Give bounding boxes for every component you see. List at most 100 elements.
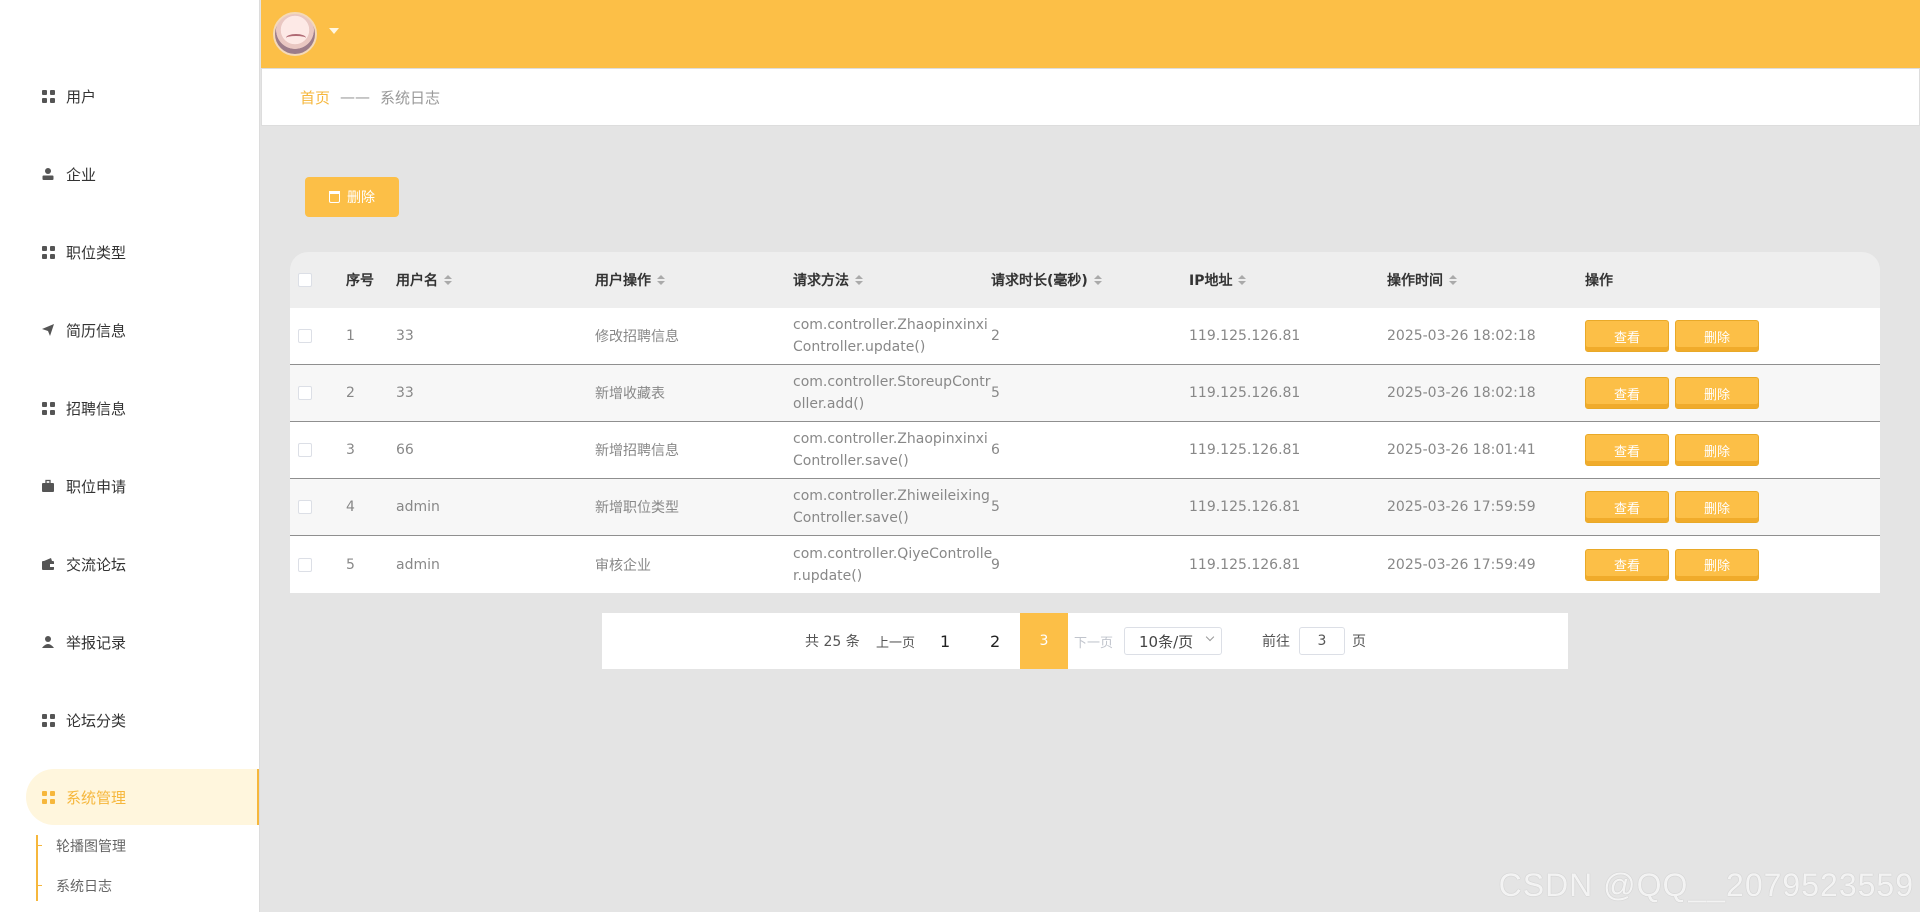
cell-actions: 查看 删除 xyxy=(1585,422,1765,478)
pagination-goto-suffix: 页 xyxy=(1352,634,1366,650)
cell-ip: 119.125.126.81 xyxy=(1189,442,1301,458)
view-button[interactable]: 查看 xyxy=(1585,320,1669,352)
sidebar-item-recruit[interactable]: 招聘信息 xyxy=(0,380,259,436)
sidebar-item-label: 论坛分类 xyxy=(66,711,127,730)
sort-icon[interactable] xyxy=(1093,275,1102,285)
column-header-duration[interactable]: 请求时长(毫秒) xyxy=(991,252,1102,308)
pagination-page-1[interactable]: 1 xyxy=(940,613,950,669)
cell-operation: 新增收藏表 xyxy=(595,386,665,402)
cell-ip: 119.125.126.81 xyxy=(1189,499,1301,515)
row-checkbox[interactable] xyxy=(298,329,312,343)
column-header-operation[interactable]: 用户操作 xyxy=(595,252,665,308)
submenu-item-system-log[interactable]: 系统日志 xyxy=(36,874,112,898)
submenu-item-label: 轮播图管理 xyxy=(56,839,126,855)
pagination-page-3[interactable]: 3 xyxy=(1020,613,1068,669)
row-checkbox[interactable] xyxy=(298,557,312,572)
sidebar-item-report[interactable]: 举报记录 xyxy=(0,614,259,670)
table-row: 3 66 新增招聘信息 com.controller.Zhaopinxinxi C… xyxy=(290,422,1880,479)
pagination-total: 共 25 条 xyxy=(805,634,860,650)
cell-time: 2025-03-26 17:59:59 xyxy=(1387,499,1536,515)
pagination-goto-label: 前往 xyxy=(1262,634,1290,650)
pagination-prev[interactable]: 上一页 xyxy=(876,613,915,669)
select-all-checkbox[interactable] xyxy=(298,273,312,287)
column-header-actions: 操作 xyxy=(1585,273,1613,289)
pagination-next[interactable]: 下一页 xyxy=(1074,613,1113,669)
cell-username: 33 xyxy=(396,385,414,401)
breadcrumb-home[interactable]: 首页 xyxy=(300,87,330,108)
sidebar: 用户 企业 职位类型 简历信息 招聘信息 职位申请 交流论坛 举报记录 论坛分类… xyxy=(0,0,260,912)
cell-operation: 新增职位类型 xyxy=(595,500,679,516)
sort-icon[interactable] xyxy=(444,275,452,285)
cell-ip: 119.125.126.81 xyxy=(1189,556,1301,573)
cell-method: com.controller.StoreupContr oller.add() xyxy=(793,374,991,412)
cell-time: 2025-03-26 18:02:18 xyxy=(1387,328,1536,344)
watermark: CSDN @QQ__2079523559 xyxy=(1498,867,1914,903)
view-button[interactable]: 查看 xyxy=(1585,548,1669,581)
view-button[interactable]: 查看 xyxy=(1585,491,1669,523)
cell-username: 66 xyxy=(396,442,414,458)
sidebar-item-label: 职位类型 xyxy=(66,243,127,262)
page-size-select[interactable]: 10条/页 xyxy=(1124,627,1222,655)
caret-down-icon[interactable] xyxy=(329,28,339,34)
view-button[interactable]: 查看 xyxy=(1585,434,1669,466)
column-header-index: 序号 xyxy=(346,273,374,289)
cell-operation: 修改招聘信息 xyxy=(595,329,679,345)
cell-index: 1 xyxy=(346,328,355,344)
sidebar-item-company[interactable]: 企业 xyxy=(0,146,259,202)
sidebar-item-label: 简历信息 xyxy=(66,321,127,340)
sidebar-item-resume[interactable]: 简历信息 xyxy=(0,302,259,358)
sidebar-item-job-type[interactable]: 职位类型 xyxy=(0,224,259,280)
sidebar-item-application[interactable]: 职位申请 xyxy=(0,458,259,514)
cell-index: 2 xyxy=(346,385,355,401)
sort-icon[interactable] xyxy=(855,275,863,285)
cell-duration: 5 xyxy=(991,385,1000,401)
column-header-username[interactable]: 用户名 xyxy=(396,252,452,308)
trash-icon xyxy=(329,191,340,203)
column-header-time[interactable]: 操作时间 xyxy=(1387,252,1457,308)
delete-button[interactable]: 删除 xyxy=(305,177,399,217)
row-delete-button[interactable]: 删除 xyxy=(1675,320,1759,352)
table-row: 4 admin 新增职位类型 com.controller.Zhiweileix… xyxy=(290,479,1880,536)
sort-icon[interactable] xyxy=(1449,275,1457,285)
row-delete-button[interactable]: 删除 xyxy=(1675,377,1759,409)
cell-username: admin xyxy=(396,499,440,515)
grid-icon xyxy=(40,400,56,416)
submenu-item-carousel[interactable]: 轮播图管理 xyxy=(36,834,126,858)
sort-icon[interactable] xyxy=(657,275,665,285)
cell-index: 3 xyxy=(346,442,355,458)
row-checkbox[interactable] xyxy=(298,500,312,514)
table-row: 5 admin 审核企业 com.controller.QiyeControll… xyxy=(290,536,1880,593)
cell-duration: 2 xyxy=(991,328,1000,344)
cell-index: 5 xyxy=(346,556,355,573)
cell-username: 33 xyxy=(396,328,414,344)
sidebar-item-forum[interactable]: 交流论坛 xyxy=(0,536,259,592)
breadcrumb-current: 系统日志 xyxy=(380,88,441,107)
cell-ip: 119.125.126.81 xyxy=(1189,385,1301,401)
pagination-goto-input[interactable] xyxy=(1299,627,1345,655)
row-delete-button[interactable]: 删除 xyxy=(1675,434,1759,466)
breadcrumb-separator: —— xyxy=(340,88,371,106)
cell-duration: 5 xyxy=(991,499,1000,515)
column-header-method[interactable]: 请求方法 xyxy=(793,252,863,308)
grid-icon xyxy=(40,88,56,104)
cell-username: admin xyxy=(396,556,440,573)
row-delete-button[interactable]: 删除 xyxy=(1675,491,1759,523)
row-delete-button[interactable]: 删除 xyxy=(1675,548,1759,581)
avatar[interactable] xyxy=(273,12,317,56)
row-checkbox[interactable] xyxy=(298,386,312,400)
sidebar-item-users[interactable]: 用户 xyxy=(0,68,259,124)
sidebar-item-forum-category[interactable]: 论坛分类 xyxy=(0,692,259,748)
submenu-item-label: 系统日志 xyxy=(56,879,112,895)
sidebar-item-label: 举报记录 xyxy=(66,633,127,652)
sidebar-item-system[interactable]: 系统管理 xyxy=(26,769,259,825)
pagination-page-2[interactable]: 2 xyxy=(990,613,1000,669)
view-button[interactable]: 查看 xyxy=(1585,377,1669,409)
sidebar-item-label: 企业 xyxy=(66,165,97,184)
row-checkbox[interactable] xyxy=(298,443,312,457)
column-header-ip[interactable]: IP地址 xyxy=(1189,252,1247,308)
sidebar-item-label: 系统管理 xyxy=(66,788,127,807)
sort-icon[interactable] xyxy=(1238,275,1247,285)
cell-time: 2025-03-26 18:01:41 xyxy=(1387,442,1536,458)
person-icon xyxy=(40,634,56,650)
cell-method: com.controller.QiyeControlle r.update() xyxy=(793,545,993,584)
